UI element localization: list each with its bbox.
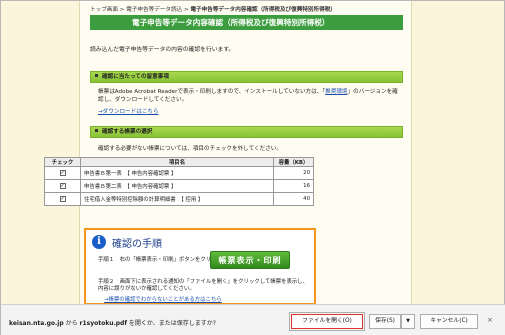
breadcrumb-separator: > — [183, 7, 189, 13]
page-title: 電子申告等データ内容確認（所得税及び復興特別所得税） — [90, 15, 403, 30]
item-name-cell: 住宅借入金等特別控除額の計算明細書 【 控用 】 — [80, 192, 274, 206]
download-filename: r1syotoku.pdf — [79, 320, 127, 327]
table-header-row: チェック 項目名 容量（KB） — [44, 157, 314, 167]
download-message-end: を開くか、または保存しますか? — [126, 320, 216, 327]
breadcrumb-separator: > — [119, 7, 125, 13]
intro-text: 読み込んだ電子申告等データの内容の確認を行います。 — [90, 47, 235, 53]
step-2-text: 手順２ 画面下に表示される通知の「ファイルを開く」をクリックして帳票を表示し、内… — [98, 279, 309, 292]
print-display-button[interactable]: 帳票表示・印刷 — [210, 251, 290, 269]
browser-window: トップ画面 > 電子申告等データ読込 > 電子申告等データ内容確認（所得税及び復… — [0, 0, 505, 335]
row-checkbox[interactable]: ✓ — [59, 170, 66, 176]
check-cell: ✓ — [44, 166, 81, 180]
row-checkbox[interactable]: ✓ — [59, 196, 66, 202]
download-domain: keisan.nta.go.jp — [9, 320, 64, 327]
breadcrumb-data-load[interactable]: 電子申告等データ読込 — [126, 7, 182, 13]
row-checkbox[interactable]: ✓ — [59, 183, 66, 189]
item-name-cell: 申告書Ｂ第二表 【 申告内容確認票 】 — [80, 179, 274, 193]
open-file-button[interactable]: ファイルを開く(O) — [289, 312, 365, 331]
table-row: ✓ 申告書Ｂ第一表 【 申告内容確認票 】 20 — [44, 166, 314, 180]
recommended-env-link[interactable]: 推奨環境 — [325, 89, 347, 95]
notes-text-before: 帳票はAdobe Acrobat Readerで表示・印刷しますので、インストー… — [98, 89, 326, 95]
info-icon: i — [92, 235, 106, 249]
section-select-title: 確認する帳票の選択 — [102, 129, 153, 135]
section-notes-title: 確認に当たっての留意事項 — [102, 74, 169, 80]
save-button[interactable]: 保存(S) — [369, 314, 401, 329]
section-select-heading: 確認する帳票の選択 — [90, 126, 403, 138]
download-notification-bar: keisan.nta.go.jp から r1syotoku.pdf を開くか、ま… — [1, 304, 505, 335]
square-bullet-icon — [95, 129, 98, 132]
breadcrumb: トップ画面 > 電子申告等データ読込 > 電子申告等データ内容確認（所得税及び復… — [90, 5, 336, 13]
close-icon[interactable]: × — [487, 316, 493, 324]
breadcrumb-current: 電子申告等データ内容確認（所得税及び復興特別所得税） — [190, 7, 336, 13]
select-text: 確認する必要がない帳票については、項目のチェックを外してください。 — [98, 146, 282, 152]
check-cell: ✓ — [44, 192, 81, 206]
notes-text: 帳票はAdobe Acrobat Readerで表示・印刷しますので、インストー… — [98, 89, 398, 104]
download-link[interactable]: →ダウンロードはこちら — [98, 107, 159, 115]
table-row: ✓ 申告書Ｂ第二表 【 申告内容確認票 】 16 — [44, 179, 314, 193]
forms-table: チェック 項目名 容量（KB） ✓ 申告書Ｂ第一表 【 申告内容確認票 】 20… — [44, 157, 314, 206]
section-notes-heading: 確認に当たっての留意事項 — [90, 71, 403, 83]
size-cell: 20 — [273, 166, 314, 180]
size-cell: 16 — [273, 179, 314, 193]
square-bullet-icon — [95, 74, 98, 77]
download-message: keisan.nta.go.jp から r1syotoku.pdf を開くか、ま… — [9, 318, 216, 327]
help-link[interactable]: →帳票の確認でわからないことがある方はこちら — [104, 295, 222, 303]
cancel-button[interactable]: キャンセル(C) — [420, 314, 478, 329]
header-size: 容量（KB） — [273, 157, 314, 167]
header-check: チェック — [44, 157, 81, 167]
check-cell: ✓ — [44, 179, 81, 193]
header-item-name: 項目名 — [80, 157, 274, 167]
download-message-mid: から — [63, 320, 80, 327]
item-name-cell: 申告書Ｂ第一表 【 申告内容確認票 】 — [80, 166, 274, 180]
confirm-title: 確認の手順 — [112, 239, 162, 250]
size-cell: 40 — [273, 192, 314, 206]
save-dropdown-button[interactable]: ▼ — [401, 314, 415, 329]
breadcrumb-top[interactable]: トップ画面 — [90, 7, 118, 13]
table-row: ✓ 住宅借入金等特別控除額の計算明細書 【 控用 】 40 — [44, 192, 314, 206]
